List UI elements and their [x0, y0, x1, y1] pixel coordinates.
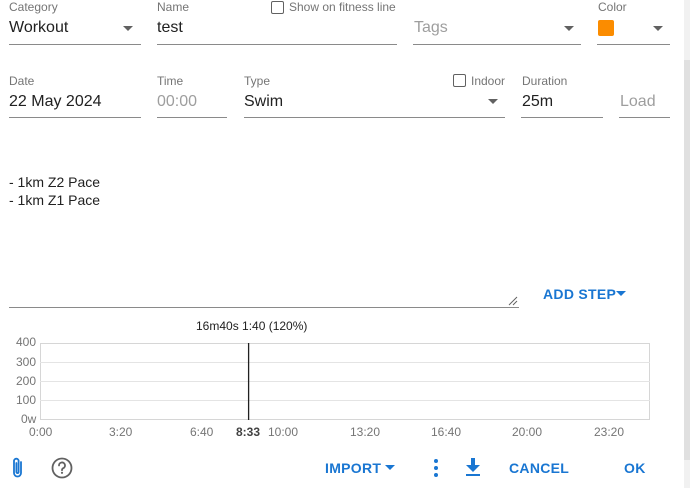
x-tick: 6:40 — [190, 425, 214, 439]
x-tick: 20:00 — [512, 425, 543, 439]
ok-button[interactable]: OK — [624, 460, 646, 476]
x-tick: 23:20 — [594, 425, 625, 439]
cancel-label: CANCEL — [509, 460, 570, 476]
import-dropdown-icon[interactable] — [385, 465, 395, 470]
attachment-icon[interactable] — [10, 456, 26, 480]
cancel-button[interactable]: CANCEL — [509, 460, 569, 476]
import-label: IMPORT — [325, 460, 382, 476]
x-tick: 10:00 — [268, 425, 299, 439]
ok-label: OK — [624, 460, 646, 476]
x-tick: 0:00 — [29, 425, 53, 439]
x-tick: 3:20 — [109, 425, 133, 439]
chart-plot[interactable] — [0, 0, 690, 488]
import-button[interactable]: IMPORT — [325, 460, 381, 476]
x-cursor-tick: 8:33 — [236, 425, 261, 439]
more-vertical-icon[interactable] — [432, 458, 440, 478]
x-tick: 13:20 — [350, 425, 381, 439]
download-icon[interactable] — [464, 457, 482, 477]
x-tick: 16:40 — [431, 425, 462, 439]
help-icon[interactable] — [51, 457, 73, 479]
scrollbar-thumb[interactable] — [684, 60, 690, 460]
